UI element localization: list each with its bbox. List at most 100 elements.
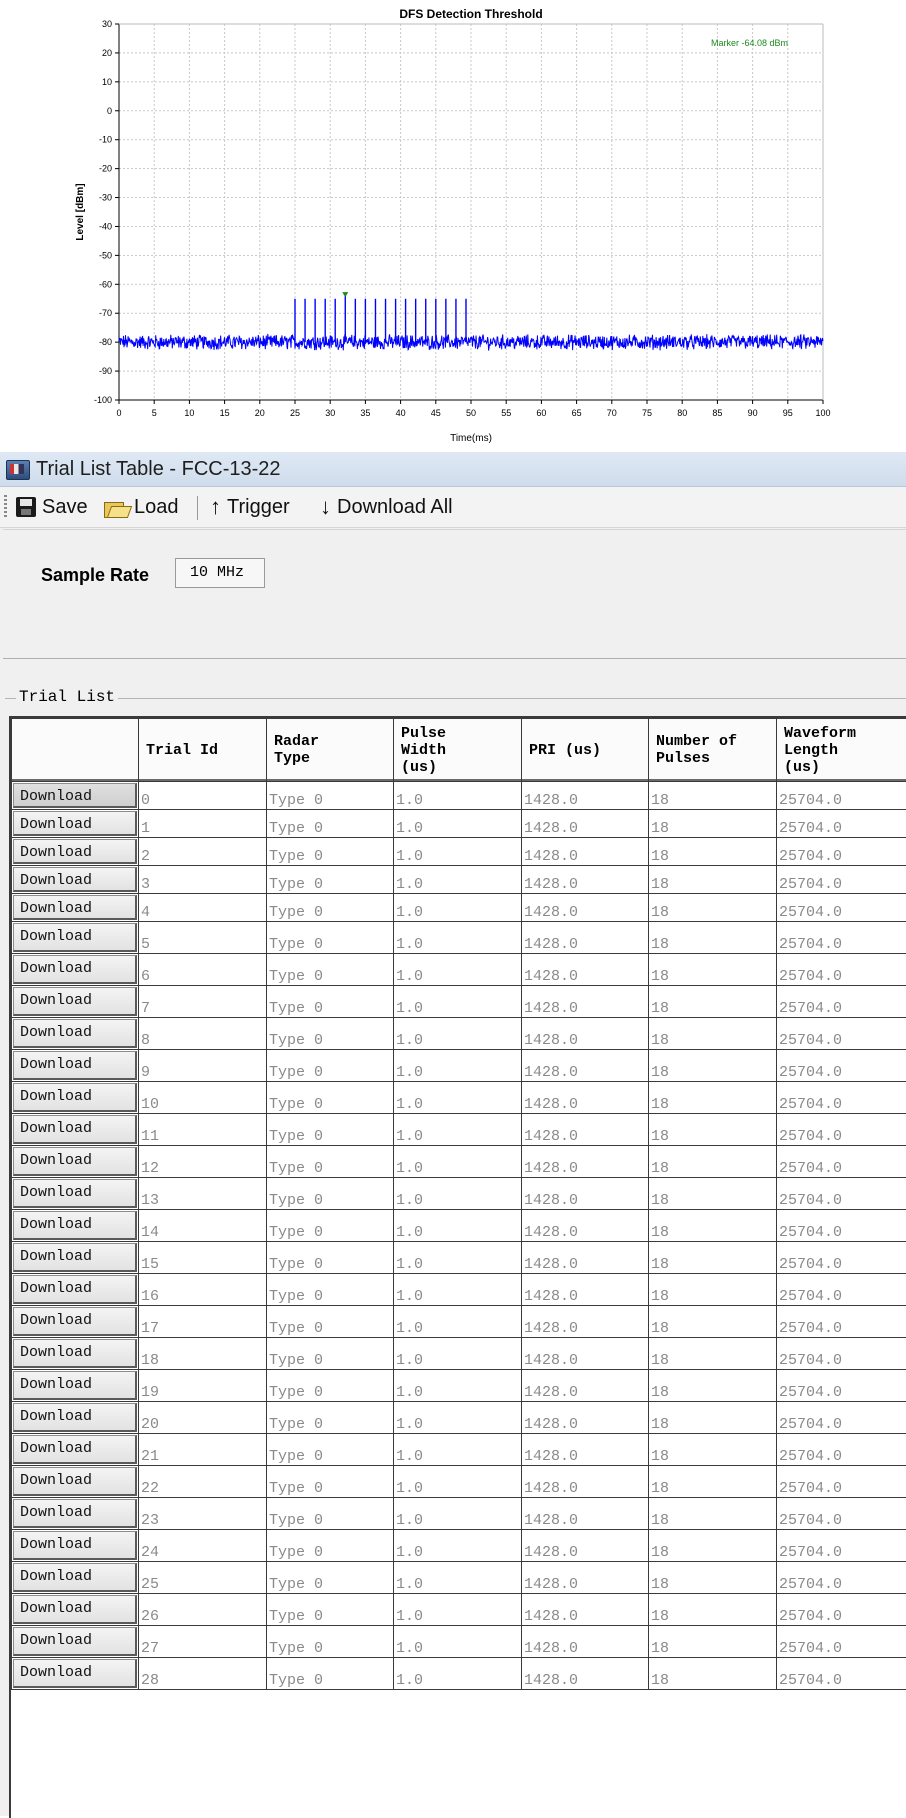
cell-pulse-width[interactable]: 1.0 — [394, 1530, 522, 1562]
cell-pulse-width[interactable]: 1.0 — [394, 954, 522, 986]
cell-number-of-pulses[interactable]: 18 — [649, 1274, 777, 1306]
cell-trial-id[interactable]: 14 — [139, 1210, 267, 1242]
cell-radar-type[interactable]: Type 0 — [267, 782, 394, 810]
table-row[interactable]: Download5Type 01.01428.01825704.0 — [12, 922, 906, 954]
cell-pulse-width[interactable]: 1.0 — [394, 1626, 522, 1658]
cell-number-of-pulses[interactable]: 18 — [649, 1658, 777, 1690]
cell-pri[interactable]: 1428.0 — [522, 1626, 649, 1658]
cell-pri[interactable]: 1428.0 — [522, 1434, 649, 1466]
table-row[interactable]: Download10Type 01.01428.01825704.0 — [12, 1082, 906, 1114]
cell-trial-id[interactable]: 7 — [139, 986, 267, 1018]
cell-pri[interactable]: 1428.0 — [522, 1594, 649, 1626]
download-button[interactable]: Download — [13, 1275, 137, 1304]
table-row[interactable]: Download8Type 01.01428.01825704.0 — [12, 1018, 906, 1050]
cell-number-of-pulses[interactable]: 18 — [649, 1434, 777, 1466]
cell-pulse-width[interactable]: 1.0 — [394, 866, 522, 894]
cell-waveform-length[interactable]: 25704.0 — [777, 1434, 906, 1466]
cell-pri[interactable]: 1428.0 — [522, 986, 649, 1018]
cell-trial-id[interactable]: 16 — [139, 1274, 267, 1306]
cell-trial-id[interactable]: 2 — [139, 838, 267, 866]
cell-pulse-width[interactable]: 1.0 — [394, 838, 522, 866]
cell-number-of-pulses[interactable]: 18 — [649, 1338, 777, 1370]
cell-pri[interactable]: 1428.0 — [522, 1658, 649, 1690]
column-header-pulse-width[interactable]: Pulse Width (us) — [394, 719, 522, 782]
table-row[interactable]: Download17Type 01.01428.01825704.0 — [12, 1306, 906, 1338]
cell-radar-type[interactable]: Type 0 — [267, 810, 394, 838]
cell-pulse-width[interactable]: 1.0 — [394, 894, 522, 922]
download-button[interactable]: Download — [13, 1563, 137, 1592]
cell-waveform-length[interactable]: 25704.0 — [777, 1402, 906, 1434]
cell-waveform-length[interactable]: 25704.0 — [777, 1242, 906, 1274]
download-button[interactable]: Download — [13, 1211, 137, 1240]
download-button[interactable]: Download — [13, 955, 137, 984]
cell-pri[interactable]: 1428.0 — [522, 1338, 649, 1370]
download-button[interactable]: Download — [13, 1595, 137, 1624]
download-button[interactable]: Download — [13, 1083, 137, 1112]
cell-trial-id[interactable]: 0 — [139, 782, 267, 810]
cell-pulse-width[interactable]: 1.0 — [394, 810, 522, 838]
column-header-number-of-pulses[interactable]: Number of Pulses — [649, 719, 777, 782]
cell-number-of-pulses[interactable]: 18 — [649, 1050, 777, 1082]
cell-radar-type[interactable]: Type 0 — [267, 1562, 394, 1594]
load-button[interactable]: Load — [104, 492, 179, 522]
download-button[interactable]: Download — [13, 1019, 137, 1048]
cell-waveform-length[interactable]: 25704.0 — [777, 1530, 906, 1562]
cell-waveform-length[interactable]: 25704.0 — [777, 894, 906, 922]
cell-pulse-width[interactable]: 1.0 — [394, 1466, 522, 1498]
download-button[interactable]: Download — [13, 1531, 137, 1560]
download-button[interactable]: Download — [13, 1115, 137, 1144]
cell-pri[interactable]: 1428.0 — [522, 782, 649, 810]
cell-radar-type[interactable]: Type 0 — [267, 894, 394, 922]
table-row[interactable]: Download28Type 01.01428.01825704.0 — [12, 1658, 906, 1690]
cell-pri[interactable]: 1428.0 — [522, 866, 649, 894]
cell-pri[interactable]: 1428.0 — [522, 838, 649, 866]
cell-number-of-pulses[interactable]: 18 — [649, 782, 777, 810]
download-button[interactable]: Download — [13, 1467, 137, 1496]
cell-waveform-length[interactable]: 25704.0 — [777, 1114, 906, 1146]
trigger-button[interactable]: ↑ Trigger — [210, 492, 290, 522]
cell-radar-type[interactable]: Type 0 — [267, 986, 394, 1018]
cell-radar-type[interactable]: Type 0 — [267, 1242, 394, 1274]
cell-trial-id[interactable]: 11 — [139, 1114, 267, 1146]
cell-pulse-width[interactable]: 1.0 — [394, 1658, 522, 1690]
table-row[interactable]: Download18Type 01.01428.01825704.0 — [12, 1338, 906, 1370]
table-row[interactable]: Download21Type 01.01428.01825704.0 — [12, 1434, 906, 1466]
cell-waveform-length[interactable]: 25704.0 — [777, 954, 906, 986]
table-row[interactable]: Download6Type 01.01428.01825704.0 — [12, 954, 906, 986]
cell-pri[interactable]: 1428.0 — [522, 1210, 649, 1242]
table-row[interactable]: Download25Type 01.01428.01825704.0 — [12, 1562, 906, 1594]
cell-number-of-pulses[interactable]: 18 — [649, 1626, 777, 1658]
toolbar-grip[interactable] — [4, 495, 7, 519]
table-row[interactable]: Download1Type 01.01428.01825704.0 — [12, 810, 906, 838]
cell-pulse-width[interactable]: 1.0 — [394, 1114, 522, 1146]
cell-pri[interactable]: 1428.0 — [522, 1274, 649, 1306]
download-button[interactable]: Download — [13, 1435, 137, 1464]
table-row[interactable]: Download24Type 01.01428.01825704.0 — [12, 1530, 906, 1562]
cell-pulse-width[interactable]: 1.0 — [394, 1018, 522, 1050]
cell-waveform-length[interactable]: 25704.0 — [777, 1274, 906, 1306]
cell-radar-type[interactable]: Type 0 — [267, 1082, 394, 1114]
table-row[interactable]: Download20Type 01.01428.01825704.0 — [12, 1402, 906, 1434]
cell-trial-id[interactable]: 22 — [139, 1466, 267, 1498]
cell-waveform-length[interactable]: 25704.0 — [777, 1658, 906, 1690]
cell-trial-id[interactable]: 24 — [139, 1530, 267, 1562]
cell-waveform-length[interactable]: 25704.0 — [777, 1178, 906, 1210]
download-button[interactable]: Download — [13, 1659, 137, 1688]
cell-trial-id[interactable]: 23 — [139, 1498, 267, 1530]
cell-radar-type[interactable]: Type 0 — [267, 1274, 394, 1306]
cell-pri[interactable]: 1428.0 — [522, 1370, 649, 1402]
cell-pri[interactable]: 1428.0 — [522, 1242, 649, 1274]
download-button[interactable]: Download — [13, 923, 137, 952]
table-row[interactable]: Download0Type 01.01428.01825704.0 — [12, 782, 906, 810]
table-row[interactable]: Download19Type 01.01428.01825704.0 — [12, 1370, 906, 1402]
cell-number-of-pulses[interactable]: 18 — [649, 1562, 777, 1594]
cell-radar-type[interactable]: Type 0 — [267, 1498, 394, 1530]
download-button[interactable]: Download — [13, 1499, 137, 1528]
cell-number-of-pulses[interactable]: 18 — [649, 1146, 777, 1178]
table-row[interactable]: Download4Type 01.01428.01825704.0 — [12, 894, 906, 922]
cell-pulse-width[interactable]: 1.0 — [394, 1050, 522, 1082]
cell-trial-id[interactable]: 10 — [139, 1082, 267, 1114]
download-button[interactable]: Download — [13, 811, 137, 836]
cell-pri[interactable]: 1428.0 — [522, 1114, 649, 1146]
cell-number-of-pulses[interactable]: 18 — [649, 1402, 777, 1434]
